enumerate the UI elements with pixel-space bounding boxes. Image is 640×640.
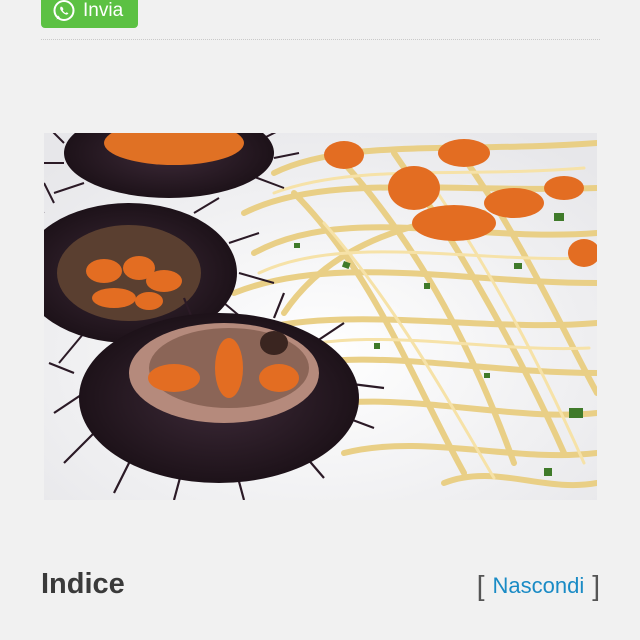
- hide-toc-link[interactable]: Nascondi: [493, 573, 585, 599]
- article-image: [44, 133, 597, 500]
- toc-title: Indice: [41, 568, 125, 600]
- share-label: Invia: [83, 0, 124, 21]
- toc-toggle: [ Nascondi ]: [477, 570, 600, 602]
- divider: [41, 39, 600, 40]
- bracket-close: ]: [592, 570, 600, 601]
- bracket-open: [: [476, 570, 485, 601]
- whatsapp-icon: [52, 0, 76, 23]
- whatsapp-share-button[interactable]: Invia: [41, 0, 138, 28]
